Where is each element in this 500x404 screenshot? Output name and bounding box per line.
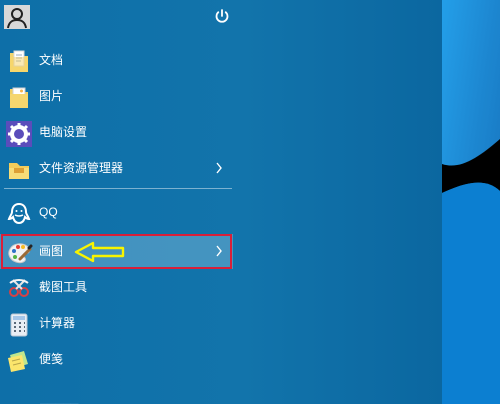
folder-documents-icon bbox=[10, 50, 28, 72]
chevron-right-icon bbox=[216, 245, 222, 257]
start-menu-item-label: 文档 bbox=[39, 53, 64, 67]
start-menu-item-label: 文件资源管理器 bbox=[39, 161, 124, 175]
recent-items-column: 最近 14 16 15 bbox=[235, 0, 500, 404]
start-menu: 文档 图片 电脑设置 文件资源管理器 QQ 画图 截图工具 计算器 便笺 ▁▁▁… bbox=[0, 0, 500, 404]
start-menu-item-documents[interactable]: 文档 bbox=[0, 43, 233, 79]
start-menu-item-sticky-notes[interactable]: 便笺 bbox=[0, 342, 233, 378]
start-menu-item-qq[interactable]: QQ bbox=[0, 195, 233, 231]
start-menu-item-label: 电脑设置 bbox=[39, 125, 88, 139]
start-menu-item-pc-settings[interactable]: 电脑设置 bbox=[0, 115, 233, 151]
start-menu-item-label: 便笺 bbox=[39, 352, 64, 366]
user-avatar-icon bbox=[4, 5, 30, 29]
start-menu-item-label: QQ bbox=[39, 205, 58, 219]
paint-palette-icon bbox=[8, 243, 33, 264]
power-icon[interactable] bbox=[214, 8, 230, 24]
yellow-pointing-arrow-icon bbox=[74, 241, 125, 263]
chevron-right-icon bbox=[216, 162, 222, 174]
start-menu-item-snipping-tool[interactable]: 截图工具 bbox=[0, 270, 233, 306]
start-menu-item-file-explorer[interactable]: 文件资源管理器 bbox=[0, 151, 233, 187]
start-menu-item-pictures[interactable]: 图片 bbox=[0, 79, 233, 115]
windows-desktop-wallpaper-shape bbox=[442, 0, 500, 404]
start-menu-item-label: 截图工具 bbox=[39, 280, 88, 294]
settings-gear-icon bbox=[6, 121, 32, 147]
start-menu-left-column: 文档 图片 电脑设置 文件资源管理器 QQ 画图 截图工具 计算器 便笺 ▁▁▁… bbox=[0, 0, 235, 404]
folder-pictures-icon bbox=[10, 87, 28, 108]
qq-penguin-icon bbox=[7, 202, 31, 225]
menu-separator bbox=[4, 188, 232, 189]
windows-start-screen: 文档 图片 电脑设置 文件资源管理器 QQ 画图 截图工具 计算器 便笺 ▁▁▁… bbox=[0, 0, 500, 404]
file-explorer-icon bbox=[9, 163, 29, 179]
sticky-notes-icon bbox=[8, 351, 28, 372]
desktop-background-strip bbox=[442, 0, 500, 404]
next-menu-item-partial-text: ▁▁▁▁▁ bbox=[40, 396, 79, 404]
start-menu-item-label: 画图 bbox=[39, 244, 64, 258]
user-avatar[interactable] bbox=[4, 5, 30, 29]
start-menu-item-label: 图片 bbox=[39, 89, 64, 103]
start-menu-item-calculator[interactable]: 计算器 bbox=[0, 306, 233, 342]
calculator-icon bbox=[10, 313, 28, 337]
snipping-tool-icon bbox=[9, 279, 29, 297]
start-menu-item-label: 计算器 bbox=[39, 316, 76, 330]
